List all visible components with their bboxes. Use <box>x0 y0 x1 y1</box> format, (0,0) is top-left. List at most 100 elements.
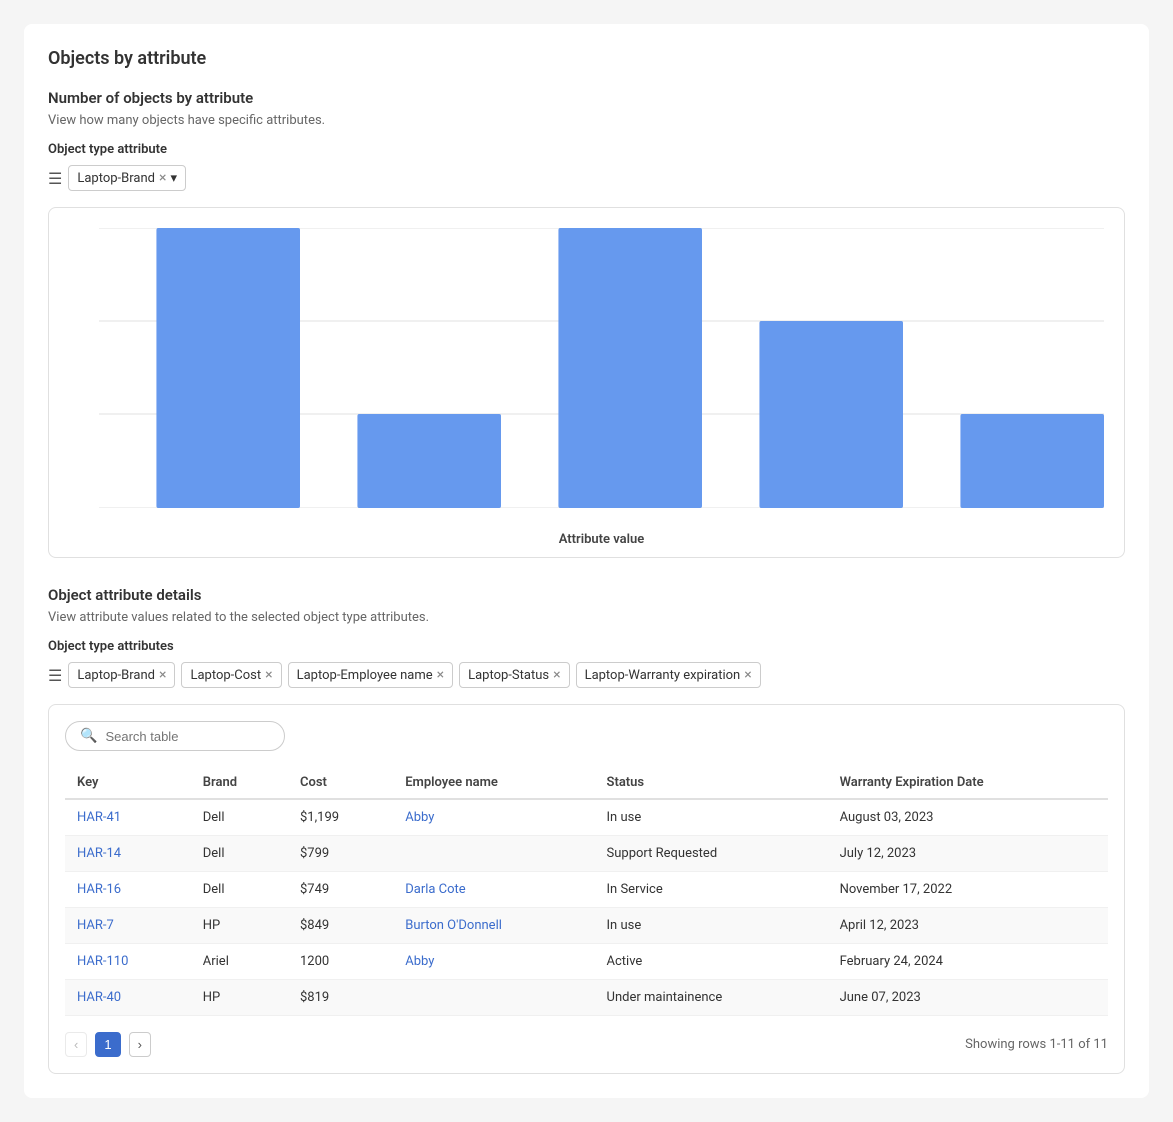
prev-page-button[interactable]: ‹ <box>65 1032 87 1057</box>
chevron-down-icon: ▾ <box>170 171 177 186</box>
attribute-type-label: Object type attribute <box>48 142 1125 157</box>
data-table: Key Brand Cost Employee name Status Warr… <box>65 767 1108 1016</box>
filter-warranty-remove[interactable]: × <box>744 667 751 683</box>
details-section: Object attribute details View attribute … <box>48 586 1125 1074</box>
table-row: HAR-14 Dell$799 Support RequestedJuly 12, … <box>65 836 1108 872</box>
cell-status: In use <box>595 908 828 944</box>
table-wrapper: 🔍 Key Brand Cost Employee name Status Wa… <box>48 704 1125 1074</box>
key-link[interactable]: HAR-40 <box>77 990 121 1005</box>
cell-cost: $849 <box>288 908 393 944</box>
object-type-attributes-label: Object type attributes <box>48 639 1125 654</box>
search-icon: 🔍 <box>80 728 97 744</box>
chart-section: Number of objects by attribute View how … <box>48 89 1125 558</box>
cell-brand: Dell <box>191 836 288 872</box>
page-title: Objects by attribute <box>48 48 1125 69</box>
cell-cost: $1,199 <box>288 799 393 836</box>
filter-employee-remove[interactable]: × <box>437 667 444 683</box>
cell-warranty: February 24, 2024 <box>828 944 1108 980</box>
chart-filter-remove[interactable]: × <box>159 170 166 186</box>
filter-employee-label: Laptop-Employee name <box>297 668 433 683</box>
cell-employee <box>393 836 594 872</box>
filter-tag-cost[interactable]: Laptop-Cost × <box>181 662 281 688</box>
filter-icon: ☰ <box>48 169 62 188</box>
cell-status: Active <box>595 944 828 980</box>
filter-brand-label: Laptop-Brand <box>77 668 155 683</box>
filter-brand-remove[interactable]: × <box>159 667 166 683</box>
chart-filter-tag[interactable]: Laptop-Brand × ▾ <box>68 165 186 191</box>
pagination: ‹ 1 › Showing rows 1-11 of 11 <box>65 1032 1108 1057</box>
table-row: HAR-40 HP$819 Under maintainenceJune 07, 2… <box>65 980 1108 1016</box>
employee-link[interactable]: Burton O'Donnell <box>405 918 502 933</box>
key-link[interactable]: HAR-41 <box>77 810 121 825</box>
cell-brand: HP <box>191 980 288 1016</box>
chart-section-desc: View how many objects have specific attr… <box>48 113 1125 128</box>
cell-warranty: June 07, 2023 <box>828 980 1108 1016</box>
cell-cost: $749 <box>288 872 393 908</box>
chart-section-title: Number of objects by attribute <box>48 89 1125 107</box>
cell-brand: Ariel <box>191 944 288 980</box>
cell-employee <box>393 980 594 1016</box>
cell-status: In use <box>595 799 828 836</box>
employee-link[interactable]: Darla Cote <box>405 882 466 897</box>
details-filter-icon: ☰ <box>48 666 62 685</box>
employee-link[interactable]: Abby <box>405 954 434 969</box>
cell-employee: Darla Cote <box>393 872 594 908</box>
cell-key: HAR-16 <box>65 872 191 908</box>
details-filter-bar: ☰ Laptop-Brand × Laptop-Cost × Laptop-Em… <box>48 662 1125 688</box>
cell-brand: Dell <box>191 872 288 908</box>
next-page-button[interactable]: › <box>129 1032 151 1057</box>
filter-tag-brand[interactable]: Laptop-Brand × <box>68 662 175 688</box>
cell-cost: $819 <box>288 980 393 1016</box>
key-link[interactable]: HAR-110 <box>77 954 128 969</box>
filter-cost-remove[interactable]: × <box>265 667 272 683</box>
cell-brand: HP <box>191 908 288 944</box>
filter-cost-label: Laptop-Cost <box>190 668 261 683</box>
filter-tag-warranty[interactable]: Laptop-Warranty expiration × <box>576 662 761 688</box>
filter-status-label: Laptop-Status <box>468 668 549 683</box>
search-input[interactable] <box>105 729 270 744</box>
filter-tag-employee[interactable]: Laptop-Employee name × <box>288 662 453 688</box>
cell-status: Support Requested <box>595 836 828 872</box>
cell-warranty: November 17, 2022 <box>828 872 1108 908</box>
key-link[interactable]: HAR-16 <box>77 882 121 897</box>
cell-cost: 1200 <box>288 944 393 980</box>
table-row: HAR-16 Dell$749 Darla Cote In ServiceNovemb… <box>65 872 1108 908</box>
chart-filter-bar: ☰ Laptop-Brand × ▾ <box>48 165 1125 191</box>
filter-warranty-label: Laptop-Warranty expiration <box>585 668 741 683</box>
cell-status: Under maintainence <box>595 980 828 1016</box>
cell-key: HAR-7 <box>65 908 191 944</box>
filter-tag-status[interactable]: Laptop-Status × <box>459 662 569 688</box>
details-section-desc: View attribute values related to the sel… <box>48 610 1125 625</box>
bar-chart: 3 2 1 0 Apple Ariel Dell HP <box>99 228 1104 508</box>
key-link[interactable]: HAR-14 <box>77 846 121 861</box>
table-row: HAR-110 Ariel1200 Abby ActiveFebruary 24, 2… <box>65 944 1108 980</box>
cell-cost: $799 <box>288 836 393 872</box>
col-brand: Brand <box>191 767 288 799</box>
filter-status-remove[interactable]: × <box>553 667 560 683</box>
col-cost: Cost <box>288 767 393 799</box>
table-row: HAR-41Dell$1,199AbbyIn useAugust 03, 202… <box>65 799 1108 836</box>
chart-filter-label: Laptop-Brand <box>77 171 155 186</box>
page-info: Showing rows 1-11 of 11 <box>965 1037 1108 1052</box>
cell-warranty: July 12, 2023 <box>828 836 1108 872</box>
cell-warranty: April 12, 2023 <box>828 908 1108 944</box>
chart-area: 3 2 1 0 Apple Ariel Dell HP <box>99 228 1104 508</box>
cell-status: In Service <box>595 872 828 908</box>
employee-link[interactable]: Abby <box>405 810 434 825</box>
page-container: Objects by attribute Number of objects b… <box>24 24 1149 1098</box>
cell-employee: Abby <box>393 799 594 836</box>
table-row: HAR-7 HP$849 Burton O'Donnell In useApril 1… <box>65 908 1108 944</box>
cell-key: HAR-14 <box>65 836 191 872</box>
cell-warranty: August 03, 2023 <box>828 799 1108 836</box>
key-link[interactable]: HAR-7 <box>77 918 114 933</box>
page-controls: ‹ 1 › <box>65 1032 151 1057</box>
cell-employee: Abby <box>393 944 594 980</box>
cell-employee: Burton O'Donnell <box>393 908 594 944</box>
details-section-title: Object attribute details <box>48 586 1125 604</box>
col-employee: Employee name <box>393 767 594 799</box>
table-header-row: Key Brand Cost Employee name Status Warr… <box>65 767 1108 799</box>
page-1-button[interactable]: 1 <box>95 1032 120 1057</box>
col-warranty: Warranty Expiration Date <box>828 767 1108 799</box>
search-box[interactable]: 🔍 <box>65 721 285 751</box>
cell-key: HAR-40 <box>65 980 191 1016</box>
